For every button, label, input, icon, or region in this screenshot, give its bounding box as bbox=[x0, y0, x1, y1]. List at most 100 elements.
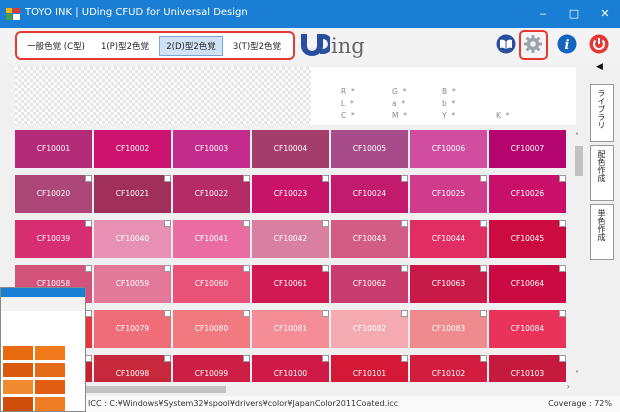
swatch-checkbox[interactable] bbox=[164, 220, 171, 227]
color-swatch[interactable]: CF10004 bbox=[252, 130, 329, 168]
swatch-checkbox[interactable] bbox=[243, 355, 250, 362]
color-swatch[interactable]: CF10042 bbox=[252, 220, 329, 258]
color-swatch[interactable]: CF10003 bbox=[173, 130, 250, 168]
color-swatch[interactable]: CF10024 bbox=[331, 175, 408, 213]
background-window-thumbnail[interactable] bbox=[0, 287, 86, 412]
color-swatch[interactable]: CF10006 bbox=[410, 130, 487, 168]
swatch-checkbox[interactable] bbox=[559, 220, 566, 227]
swatch-checkbox[interactable] bbox=[401, 310, 408, 317]
color-swatch[interactable]: CF10064 bbox=[489, 265, 566, 303]
info-icon[interactable]: i bbox=[557, 34, 577, 54]
swatch-checkbox[interactable] bbox=[559, 175, 566, 182]
color-swatch[interactable]: CF10044 bbox=[410, 220, 487, 258]
swatch-checkbox[interactable] bbox=[164, 310, 171, 317]
swatch-checkbox[interactable] bbox=[480, 310, 487, 317]
swatch-checkbox[interactable] bbox=[322, 220, 329, 227]
swatch-checkbox[interactable] bbox=[480, 355, 487, 362]
color-swatch[interactable]: CF10060 bbox=[173, 265, 250, 303]
swatch-checkbox[interactable] bbox=[164, 175, 171, 182]
close-button[interactable]: ✕ bbox=[592, 4, 618, 24]
color-swatch[interactable]: CF10007 bbox=[489, 130, 566, 168]
color-swatch[interactable]: CF10081 bbox=[252, 310, 329, 348]
swatch-checkbox[interactable] bbox=[480, 220, 487, 227]
color-swatch[interactable]: CF10082 bbox=[331, 310, 408, 348]
swatch-checkbox[interactable] bbox=[243, 310, 250, 317]
tab-normal-vision[interactable]: 一般色覚 (C型) bbox=[21, 36, 91, 56]
swatch-checkbox[interactable] bbox=[401, 355, 408, 362]
power-icon[interactable] bbox=[589, 34, 609, 54]
color-swatch[interactable]: CF10061 bbox=[252, 265, 329, 303]
swatch-checkbox[interactable] bbox=[85, 310, 92, 317]
color-swatch[interactable]: CF10021 bbox=[94, 175, 171, 213]
color-swatch[interactable]: CF10022 bbox=[173, 175, 250, 213]
color-swatch[interactable]: CF10002 bbox=[94, 130, 171, 168]
color-swatch[interactable]: CF10102 bbox=[410, 355, 487, 382]
swatch-checkbox[interactable] bbox=[164, 265, 171, 272]
tab-protan[interactable]: 1(P)型2色覚 bbox=[93, 36, 157, 56]
swatch-checkbox[interactable] bbox=[322, 265, 329, 272]
swatch-checkbox[interactable] bbox=[322, 355, 329, 362]
color-swatch[interactable]: CF10001 bbox=[15, 130, 92, 168]
swatch-checkbox[interactable] bbox=[85, 265, 92, 272]
gear-icon[interactable] bbox=[523, 34, 543, 54]
coverage-value: Coverage : 72% bbox=[548, 399, 612, 408]
swatch-checkbox[interactable] bbox=[559, 355, 566, 362]
maximize-button[interactable]: □ bbox=[561, 4, 587, 24]
color-swatch[interactable]: CF10039 bbox=[15, 220, 92, 258]
scroll-up-icon[interactable]: ˄ bbox=[575, 132, 579, 141]
vertical-scroll-thumb[interactable] bbox=[575, 146, 583, 176]
swatch-checkbox[interactable] bbox=[401, 265, 408, 272]
swatch-checkbox[interactable] bbox=[401, 220, 408, 227]
side-tab-single[interactable]: 単色作成 bbox=[590, 204, 614, 260]
swatch-checkbox[interactable] bbox=[401, 175, 408, 182]
color-swatch[interactable]: CF10062 bbox=[331, 265, 408, 303]
collapse-arrow-icon[interactable]: ◀ bbox=[596, 62, 603, 72]
color-swatch[interactable]: CF10020 bbox=[15, 175, 92, 213]
color-swatch[interactable]: CF10023 bbox=[252, 175, 329, 213]
minimize-button[interactable]: ‒ bbox=[530, 4, 556, 24]
color-swatch[interactable]: CF10099 bbox=[173, 355, 250, 382]
swatch-checkbox[interactable] bbox=[559, 310, 566, 317]
tab-tritan[interactable]: 3(T)型2色覚 bbox=[225, 36, 289, 56]
color-swatch[interactable]: CF10041 bbox=[173, 220, 250, 258]
color-swatch[interactable]: CF10043 bbox=[331, 220, 408, 258]
side-tab-library[interactable]: ライブラリ bbox=[590, 84, 614, 142]
swatch-checkbox[interactable] bbox=[243, 175, 250, 182]
scroll-down-icon[interactable]: ˅ bbox=[575, 370, 579, 379]
color-swatch[interactable]: CF10005 bbox=[331, 130, 408, 168]
color-swatch[interactable]: CF10101 bbox=[331, 355, 408, 382]
color-swatch[interactable]: CF10025 bbox=[410, 175, 487, 213]
swatch-checkbox[interactable] bbox=[480, 175, 487, 182]
color-swatch[interactable]: CF10045 bbox=[489, 220, 566, 258]
color-swatch[interactable]: CF10103 bbox=[489, 355, 566, 382]
color-swatch[interactable]: CF10040 bbox=[94, 220, 171, 258]
color-swatch[interactable]: CF10084 bbox=[489, 310, 566, 348]
swatch-checkbox[interactable] bbox=[164, 355, 171, 362]
swatch-checkbox[interactable] bbox=[322, 310, 329, 317]
color-swatch[interactable]: CF10100 bbox=[252, 355, 329, 382]
swatch-checkbox[interactable] bbox=[85, 220, 92, 227]
label-r: R bbox=[341, 87, 347, 96]
swatch-checkbox[interactable] bbox=[559, 265, 566, 272]
color-swatch[interactable]: CF10080 bbox=[173, 310, 250, 348]
swatch-checkbox[interactable] bbox=[85, 355, 92, 362]
tab-deutan[interactable]: 2(D)型2色覚 bbox=[159, 36, 223, 56]
color-swatch[interactable]: CF10083 bbox=[410, 310, 487, 348]
side-tab-scheme[interactable]: 配色作成 bbox=[590, 145, 614, 201]
swatch-checkbox[interactable] bbox=[322, 175, 329, 182]
book-icon[interactable] bbox=[496, 34, 516, 54]
color-swatch[interactable]: CF10026 bbox=[489, 175, 566, 213]
horizontal-scrollbar[interactable]: › bbox=[86, 382, 572, 396]
swatch-checkbox[interactable] bbox=[243, 265, 250, 272]
color-swatch[interactable]: CF10059 bbox=[94, 265, 171, 303]
scroll-right-icon[interactable]: › bbox=[567, 382, 570, 391]
color-swatch[interactable]: CF10098 bbox=[94, 355, 171, 382]
horizontal-scroll-thumb[interactable] bbox=[86, 386, 226, 393]
color-swatch[interactable]: CF10079 bbox=[94, 310, 171, 348]
color-swatch[interactable]: CF10063 bbox=[410, 265, 487, 303]
swatch-checkbox[interactable] bbox=[85, 175, 92, 182]
vertical-scrollbar[interactable]: ˄ ˅ bbox=[572, 130, 586, 382]
swatch-checkbox[interactable] bbox=[243, 220, 250, 227]
vision-type-tabs: 一般色覚 (C型) 1(P)型2色覚 2(D)型2色覚 3(T)型2色覚 bbox=[15, 31, 295, 60]
swatch-checkbox[interactable] bbox=[480, 265, 487, 272]
